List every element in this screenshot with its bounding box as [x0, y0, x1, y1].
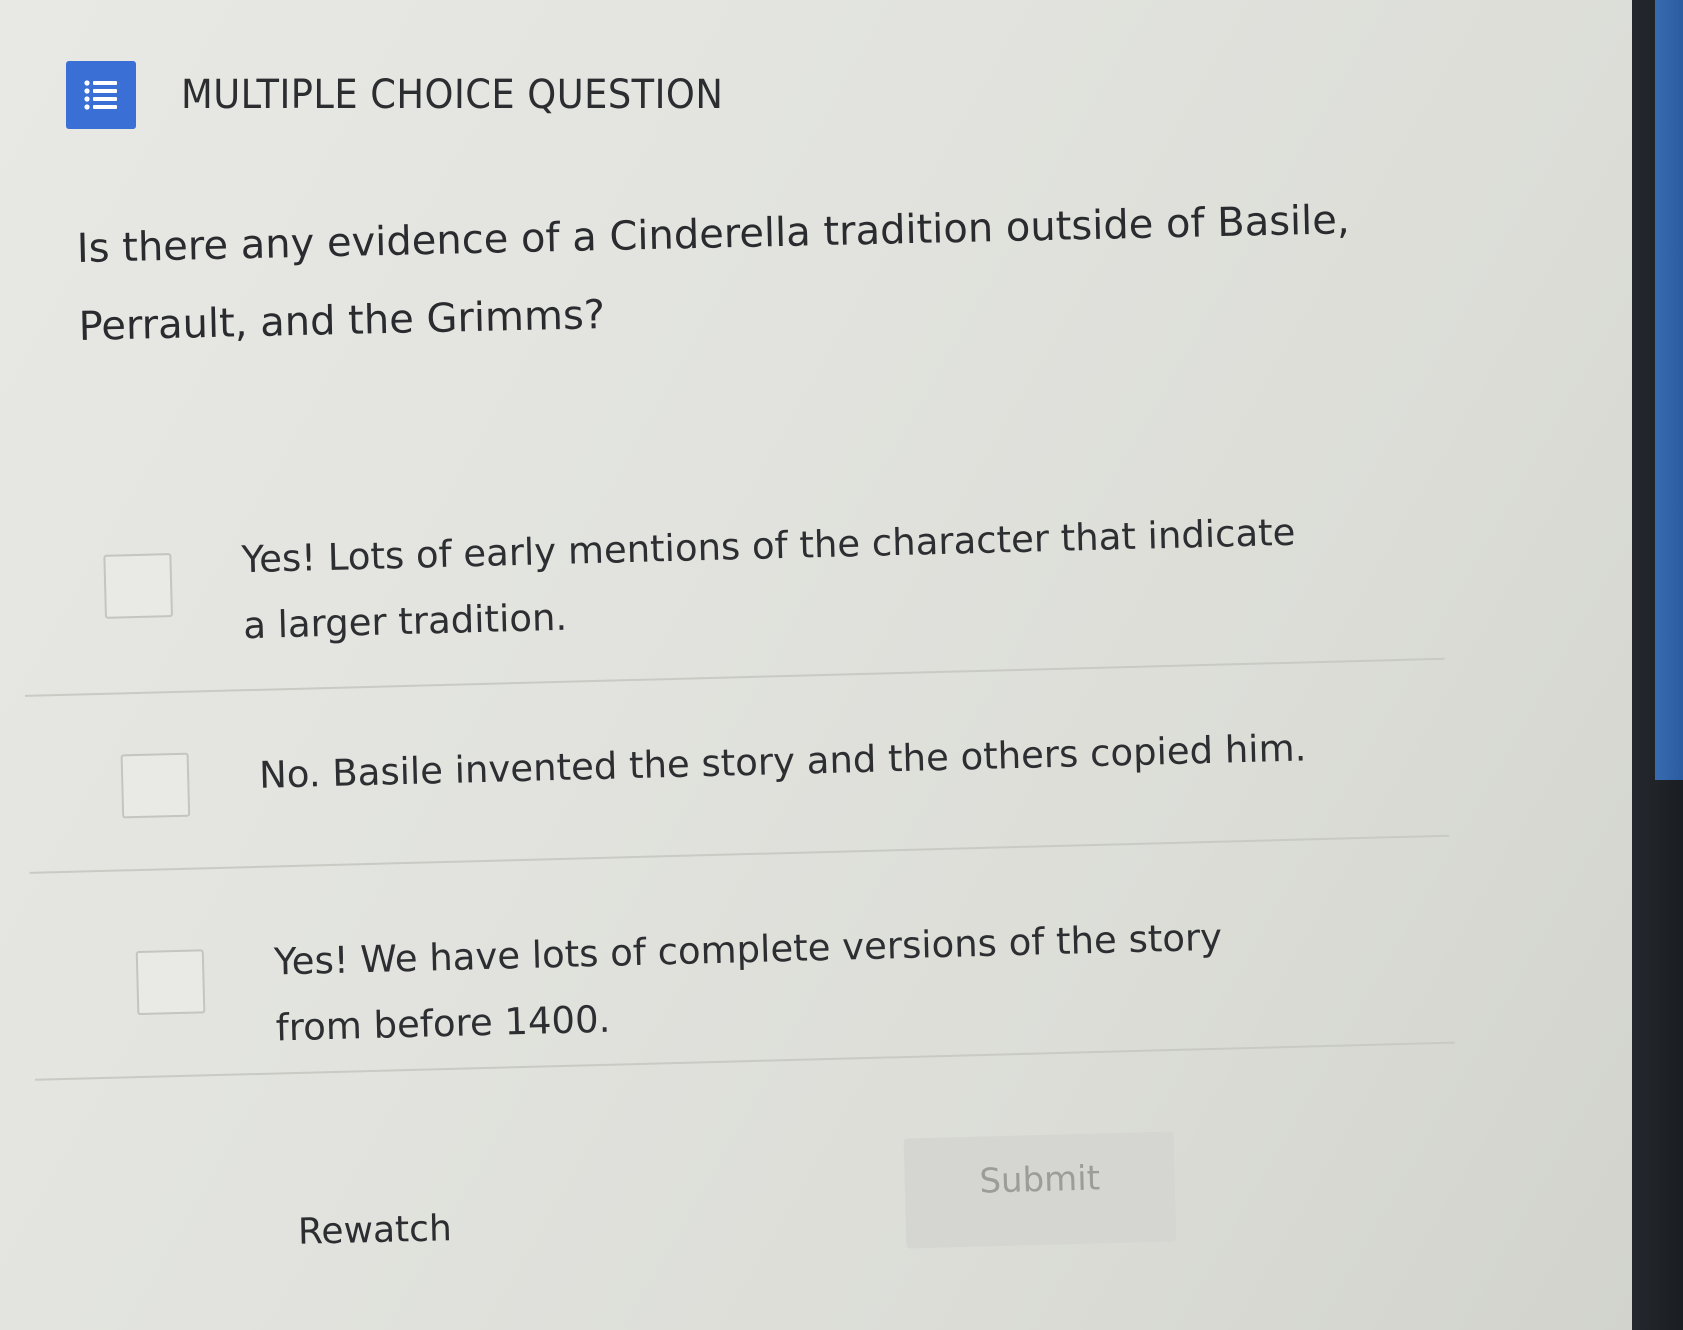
- answer-checkbox-1[interactable]: [103, 553, 173, 619]
- answer-options: Yes! Lots of early mentions of the chara…: [20, 467, 1455, 1081]
- list-icon: [66, 61, 136, 129]
- answer-checkbox-2[interactable]: [120, 752, 191, 819]
- answer-option-3[interactable]: Yes! We have lots of complete versions o…: [29, 836, 1455, 1081]
- submit-button[interactable]: Submit: [903, 1131, 1177, 1249]
- submit-label: Submit: [978, 1158, 1101, 1202]
- rewatch-button[interactable]: Rewatch: [298, 1208, 453, 1252]
- background-window-edge: [1655, 0, 1683, 780]
- answer-label-3: Yes! We have lots of complete versions o…: [273, 915, 1223, 1050]
- question-header: MULTIPLE CHOICE QUESTION: [66, 60, 770, 130]
- answer-checkbox-3[interactable]: [135, 949, 206, 1016]
- quiz-content: MULTIPLE CHOICE QUESTION Is there any ev…: [0, 0, 1540, 1330]
- question-type-title: MULTIPLE CHOICE QUESTION: [181, 72, 724, 118]
- answer-label-1: Yes! Lots of early mentions of the chara…: [240, 510, 1296, 648]
- quiz-screen: MULTIPLE CHOICE QUESTION Is there any ev…: [0, 0, 1632, 1330]
- answer-label-2: No. Basile invented the story and the ot…: [258, 726, 1307, 797]
- question-text: Is there any evidence of a Cinderella tr…: [76, 197, 1351, 350]
- answer-option-1[interactable]: Yes! Lots of early mentions of the chara…: [20, 467, 1445, 697]
